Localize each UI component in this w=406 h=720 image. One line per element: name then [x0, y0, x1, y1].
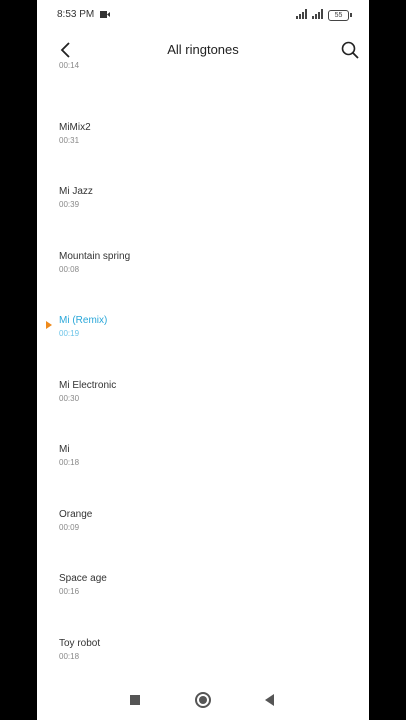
list-item[interactable]: Mi Electronic 00:30	[37, 380, 369, 440]
ringtone-duration: 00:09	[59, 523, 80, 532]
ringtone-duration: 00:16	[59, 587, 80, 596]
signal-icon	[296, 9, 307, 19]
ringtone-duration: 00:14	[59, 61, 80, 70]
list-item[interactable]: Mi 00:18	[37, 444, 369, 504]
ringtone-name: MiMix2	[59, 122, 91, 133]
list-top-fade	[37, 70, 369, 84]
list-item[interactable]: MiMix2 00:31	[37, 122, 369, 182]
signal-icon-2	[312, 9, 323, 19]
ringtone-name: Mi Jazz	[59, 186, 93, 197]
list-item-selected[interactable]: Mi (Remix) 00:19	[37, 315, 369, 375]
ringtone-name: Toy robot	[59, 638, 101, 649]
video-camera-icon	[100, 11, 110, 18]
list-item[interactable]: Space age 00:16	[37, 573, 369, 633]
status-bar: 8:53 PM 55	[37, 0, 369, 30]
ringtone-duration: 00:30	[59, 394, 80, 403]
ringtone-duration: 00:18	[59, 458, 80, 467]
ringtone-name: Mi (Remix)	[59, 315, 108, 326]
navigation-bar	[37, 680, 369, 720]
ringtone-name: Mi	[59, 444, 70, 455]
status-time: 8:53 PM	[57, 9, 95, 20]
list-item[interactable]: Orange 00:09	[37, 509, 369, 569]
ringtone-duration: 00:39	[59, 200, 80, 209]
ringtone-name: Space age	[59, 573, 107, 584]
battery-indicator: 55	[328, 10, 349, 21]
ringtone-duration: 00:08	[59, 265, 80, 274]
recent-apps-icon[interactable]	[130, 695, 140, 705]
ringtone-duration: 00:19	[59, 329, 80, 338]
list-item[interactable]: Mountain spring 00:08	[37, 251, 369, 311]
play-indicator-icon	[46, 321, 52, 329]
ringtone-duration: 00:31	[59, 136, 80, 145]
ringtone-name: Mountain spring	[59, 251, 131, 262]
back-icon[interactable]	[265, 694, 274, 706]
list-item[interactable]: Mi Jazz 00:39	[37, 186, 369, 246]
home-icon[interactable]	[199, 696, 207, 704]
battery-tip	[350, 13, 352, 17]
ringtone-duration: 00:18	[59, 652, 80, 661]
ringtone-name: Orange	[59, 509, 93, 520]
ringtone-name: Mi Electronic	[59, 380, 117, 391]
phone-screen: 8:53 PM 55 All ringtones 00:14 MiMix2 00…	[37, 0, 369, 720]
